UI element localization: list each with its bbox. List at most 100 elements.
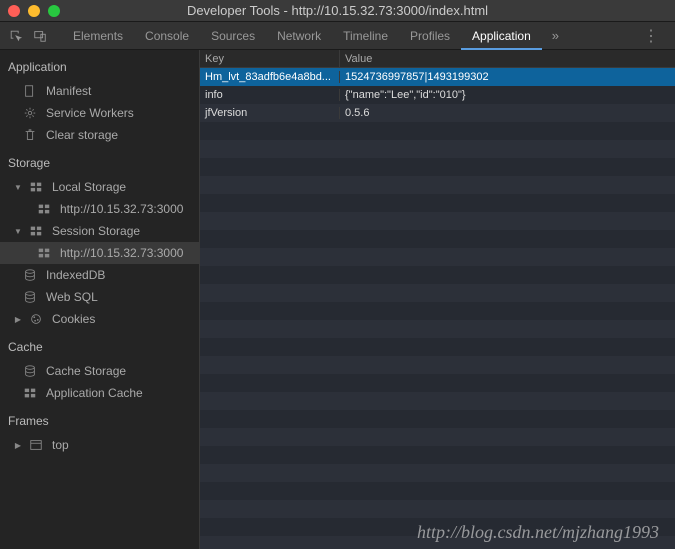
table-row[interactable]: Hm_lvt_83adfb6e4a8bd...1524736997857|149… [200, 68, 675, 86]
storage-icon [36, 201, 52, 217]
sidebar-item-label: Local Storage [52, 180, 126, 194]
table-row-empty [200, 284, 675, 302]
table-row-empty [200, 428, 675, 446]
gear-icon [22, 105, 38, 121]
sidebar-item[interactable]: ▼ Local Storage [0, 176, 199, 198]
cell-key: jfVersion [200, 107, 340, 119]
table-row-empty [200, 392, 675, 410]
sidebar-item-label: Application Cache [46, 386, 143, 400]
table-row-empty [200, 338, 675, 356]
table-row-empty [200, 248, 675, 266]
traffic-lights [8, 5, 60, 17]
sidebar-group-application: Application [0, 50, 199, 80]
sidebar-item[interactable]: Application Cache [0, 382, 199, 404]
table-row-empty [200, 536, 675, 549]
sidebar-group-frames: Frames [0, 404, 199, 434]
table-row[interactable]: jfVersion0.5.6 [200, 104, 675, 122]
sidebar-item[interactable]: Cache Storage [0, 360, 199, 382]
sidebar-item[interactable]: http://10.15.32.73:3000 [0, 242, 199, 264]
chevron-right-icon: ▶ [14, 441, 22, 449]
panel-tabs: ElementsConsoleSourcesNetworkTimelinePro… [62, 22, 542, 50]
sidebar-item[interactable]: Service Workers [0, 102, 199, 124]
table-row-empty [200, 446, 675, 464]
table-row[interactable]: info{"name":"Lee","id":"010"} [200, 86, 675, 104]
cell-key: Hm_lvt_83adfb6e4a8bd... [200, 71, 340, 83]
table-row-empty [200, 140, 675, 158]
chevron-down-icon: ▼ [14, 227, 22, 235]
table-row-empty [200, 266, 675, 284]
table-row-empty [200, 500, 675, 518]
sidebar-item-label: Cache Storage [46, 364, 126, 378]
db-icon [22, 267, 38, 283]
sidebar-group-storage: Storage [0, 146, 199, 176]
table-row-empty [200, 464, 675, 482]
storage-icon [22, 385, 38, 401]
application-sidebar: Application Manifest Service Workers Clear … [0, 50, 200, 549]
sidebar-item-label: Clear storage [46, 128, 118, 142]
sidebar-item[interactable]: ▼ Session Storage [0, 220, 199, 242]
sidebar-item[interactable]: Clear storage [0, 124, 199, 146]
sidebar-item-label: Manifest [46, 84, 91, 98]
inspect-icon[interactable] [6, 26, 26, 46]
table-row-empty [200, 158, 675, 176]
tab-network[interactable]: Network [266, 22, 332, 50]
frame-icon [28, 437, 44, 453]
trash-icon [22, 127, 38, 143]
menu-button[interactable]: ⋮ [633, 26, 669, 46]
table-row-empty [200, 212, 675, 230]
db-icon [22, 289, 38, 305]
chevron-right-icon: ▶ [14, 315, 22, 323]
overflow-tabs-button[interactable]: » [542, 28, 569, 43]
sidebar-item[interactable]: Manifest [0, 80, 199, 102]
minimize-window-button[interactable] [28, 5, 40, 17]
storage-icon [28, 223, 44, 239]
tab-application[interactable]: Application [461, 22, 542, 50]
sidebar-item-label: top [52, 438, 69, 452]
cell-value: 1524736997857|1493199302 [340, 71, 675, 83]
storage-icon [36, 245, 52, 261]
tab-sources[interactable]: Sources [200, 22, 266, 50]
grid-rows: Hm_lvt_83adfb6e4a8bd...1524736997857|149… [200, 68, 675, 549]
sidebar-item[interactable]: http://10.15.32.73:3000 [0, 198, 199, 220]
table-row-empty [200, 230, 675, 248]
zoom-window-button[interactable] [48, 5, 60, 17]
table-row-empty [200, 410, 675, 428]
sidebar-item-label: http://10.15.32.73:3000 [60, 202, 183, 216]
cell-value: 0.5.6 [340, 107, 675, 119]
db-icon [22, 363, 38, 379]
table-row-empty [200, 302, 675, 320]
sidebar-item-label: Session Storage [52, 224, 140, 238]
storage-icon [28, 179, 44, 195]
window-title: Developer Tools - http://10.15.32.73:300… [0, 3, 675, 18]
devtools-tabbar: ElementsConsoleSourcesNetworkTimelinePro… [0, 22, 675, 50]
grid-header: Key Value [200, 50, 675, 68]
sidebar-item[interactable]: IndexedDB [0, 264, 199, 286]
chevron-down-icon: ▼ [14, 183, 22, 191]
column-key-header[interactable]: Key [200, 50, 340, 67]
sidebar-item[interactable]: ▶ top [0, 434, 199, 456]
device-toolbar-icon[interactable] [30, 26, 50, 46]
sidebar-item-label: Web SQL [46, 290, 98, 304]
cell-key: info [200, 89, 340, 101]
tab-console[interactable]: Console [134, 22, 200, 50]
sidebar-item[interactable]: Web SQL [0, 286, 199, 308]
table-row-empty [200, 176, 675, 194]
tab-profiles[interactable]: Profiles [399, 22, 461, 50]
tab-timeline[interactable]: Timeline [332, 22, 399, 50]
table-row-empty [200, 356, 675, 374]
manifest-icon [22, 83, 38, 99]
sidebar-item-label: Cookies [52, 312, 95, 326]
sidebar-item[interactable]: ▶ Cookies [0, 308, 199, 330]
close-window-button[interactable] [8, 5, 20, 17]
table-row-empty [200, 194, 675, 212]
tab-elements[interactable]: Elements [62, 22, 134, 50]
table-row-empty [200, 320, 675, 338]
table-row-empty [200, 122, 675, 140]
sidebar-item-label: IndexedDB [46, 268, 105, 282]
table-row-empty [200, 518, 675, 536]
window-titlebar: Developer Tools - http://10.15.32.73:300… [0, 0, 675, 22]
column-value-header[interactable]: Value [340, 50, 675, 67]
cell-value: {"name":"Lee","id":"010"} [340, 89, 675, 101]
cookie-icon [28, 311, 44, 327]
sidebar-group-cache: Cache [0, 330, 199, 360]
